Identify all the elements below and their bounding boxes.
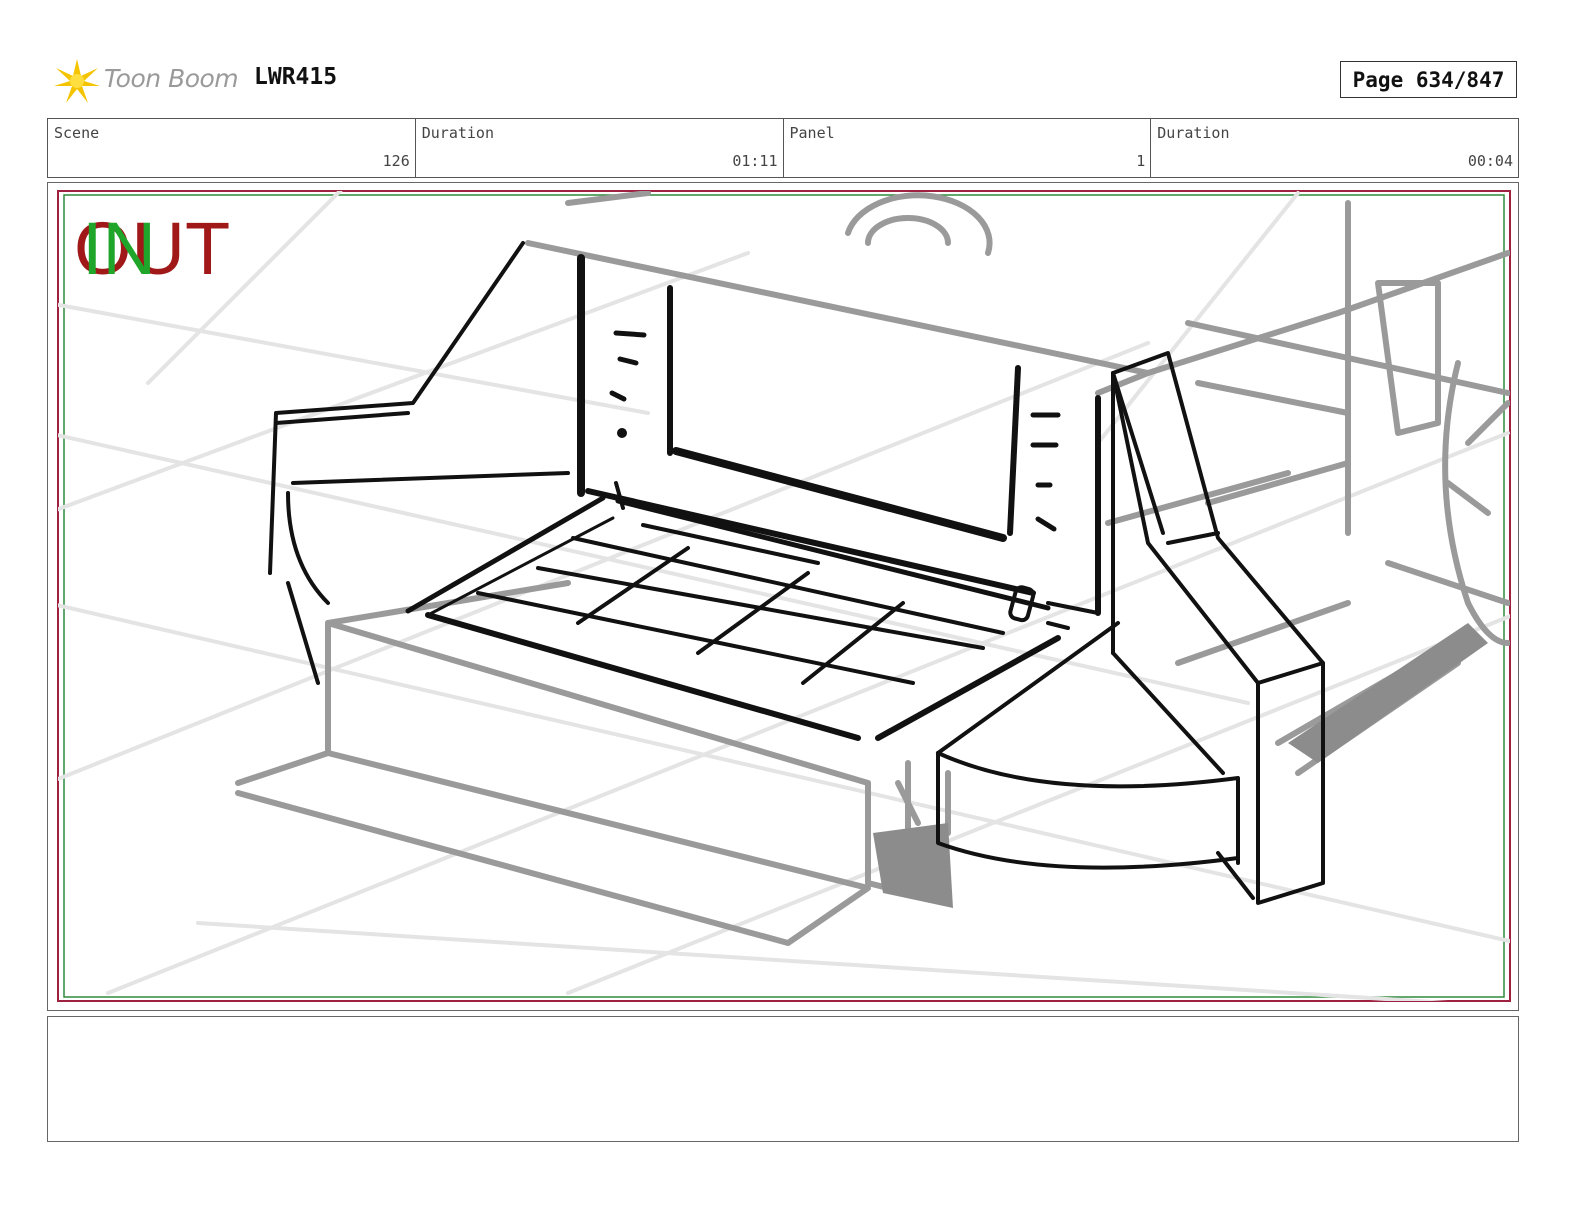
info-label: Duration [421, 124, 494, 142]
notes-box[interactable] [47, 1016, 1519, 1142]
info-cell-panel: Panel 1 [784, 119, 1152, 177]
info-cell-scene: Scene 126 [48, 119, 416, 177]
logo-text: Toon Boom [104, 64, 239, 93]
info-value: 01:11 [732, 152, 778, 170]
panel-sketch [57, 190, 1511, 1002]
info-label: Panel [789, 124, 835, 142]
star-burst-icon [54, 59, 100, 103]
info-value: 1 [1136, 152, 1146, 170]
project-code: LWR415 [254, 64, 338, 90]
info-cell-scene-duration: Duration 01:11 [416, 119, 784, 177]
info-cell-panel-duration: Duration 00:04 [1151, 119, 1518, 177]
storyboard-panel [47, 182, 1519, 1011]
in-marker: IN [82, 207, 156, 290]
tailgate-sketch [268, 241, 1325, 905]
in-out-markers: OUT IN [74, 212, 244, 292]
info-label: Scene [54, 124, 100, 142]
info-table: Scene 126 Duration 01:11 Panel 1 Duratio… [47, 118, 1519, 178]
info-value: 126 [382, 152, 410, 170]
page-indicator: Page 634/847 [1340, 61, 1517, 98]
toon-boom-logo: Toon Boom [52, 56, 242, 106]
safe-frame-inner [63, 194, 1505, 998]
background-truck [235, 191, 1510, 946]
info-value: 00:04 [1467, 152, 1513, 170]
safe-frame-outer [57, 190, 1511, 1002]
info-label: Duration [1157, 124, 1230, 142]
